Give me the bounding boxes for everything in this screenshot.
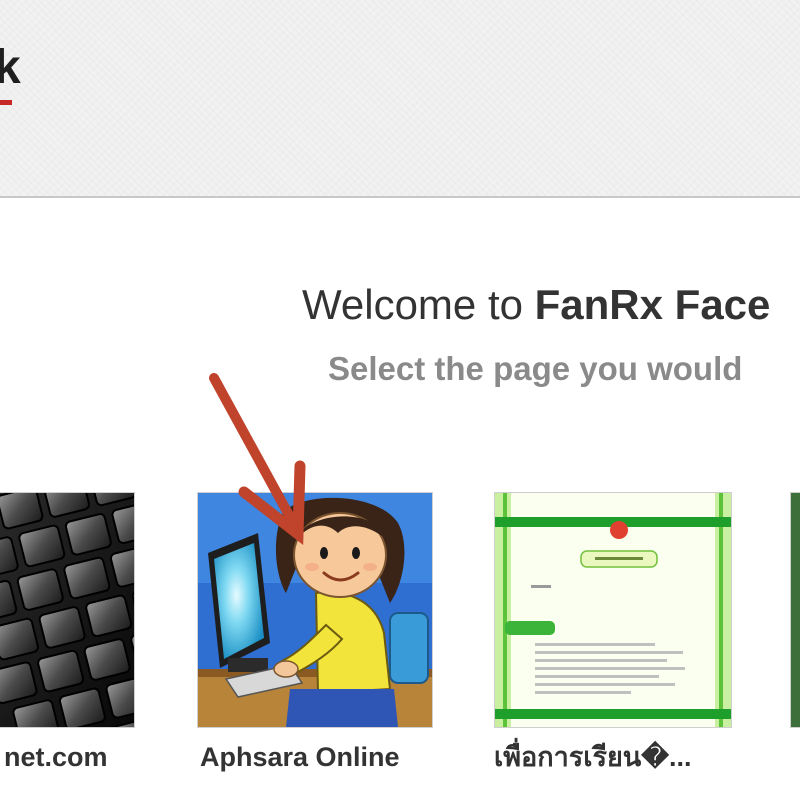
card-thumbnail-partial[interactable] bbox=[790, 492, 800, 728]
header-banner: k bbox=[0, 0, 800, 198]
page-title: Welcome to FanRx Face bbox=[302, 284, 770, 326]
title-brand: FanRx Face bbox=[534, 281, 771, 328]
card-thumbnail-aphsara[interactable] bbox=[197, 492, 433, 728]
green-page-screenshot bbox=[495, 493, 731, 727]
girl-at-computer-image bbox=[198, 493, 432, 727]
page: k Welcome to FanRx Face Select the page … bbox=[0, 0, 800, 800]
card-thumbnail-green-page[interactable] bbox=[494, 492, 732, 728]
keyboard-image bbox=[0, 493, 134, 727]
logo-underline bbox=[0, 100, 12, 105]
logo[interactable]: k bbox=[0, 44, 21, 92]
page-subtitle: Select the page you would bbox=[328, 350, 743, 387]
card-label-1[interactable]: net.com bbox=[4, 744, 108, 771]
card-label-3[interactable]: เพื่อการเรียน�... bbox=[494, 744, 691, 771]
card-thumbnail-keyboard[interactable] bbox=[0, 492, 135, 728]
title-prefix: Welcome to bbox=[302, 281, 535, 328]
card-label-2[interactable]: Aphsara Online bbox=[200, 744, 400, 771]
